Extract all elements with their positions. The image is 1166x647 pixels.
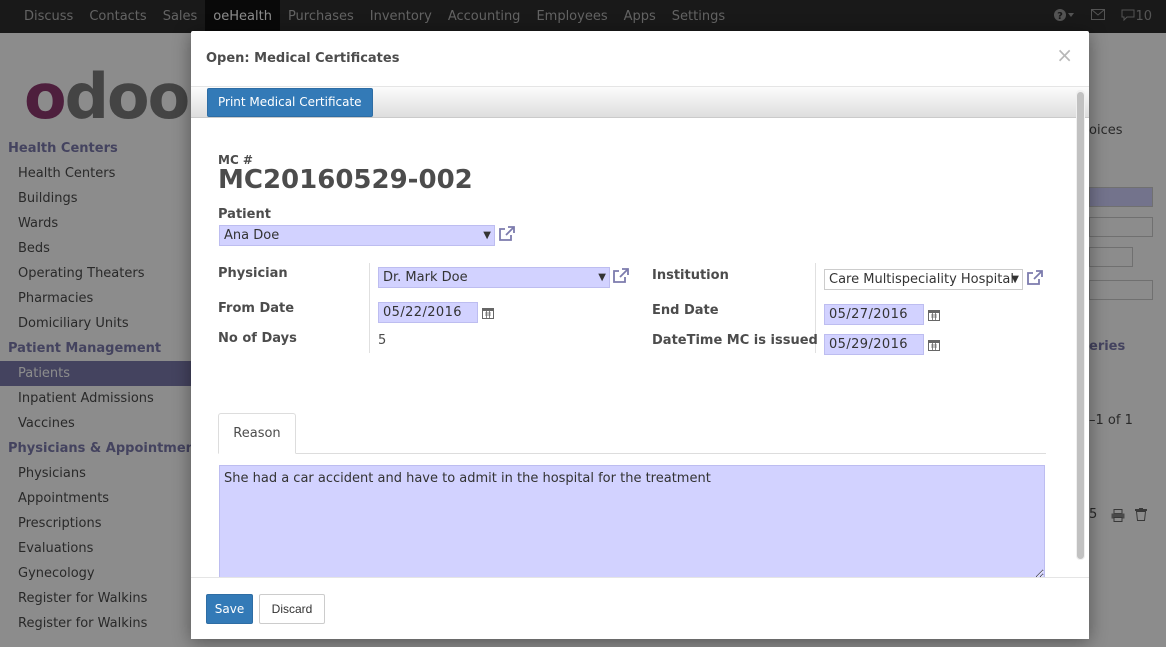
- dialog-title: Open: Medical Certificates: [206, 51, 400, 66]
- dropdown-caret-icon[interactable]: ▼: [598, 268, 606, 287]
- scrollbar-thumb[interactable]: [1077, 92, 1084, 559]
- reason-textarea[interactable]: She had a car accident and have to admit…: [219, 465, 1045, 577]
- tab-reason[interactable]: Reason: [218, 413, 296, 454]
- patient-field[interactable]: Ana Doe ▼: [219, 225, 495, 246]
- print-medical-certificate-button[interactable]: Print Medical Certificate: [207, 88, 373, 117]
- dialog-footer: Save Discard: [191, 577, 1089, 639]
- dropdown-caret-icon[interactable]: ▼: [1011, 270, 1019, 289]
- notebook-tab-line: [218, 453, 1046, 454]
- days-label: No of Days: [218, 331, 297, 346]
- external-link-icon[interactable]: [498, 225, 516, 243]
- close-icon[interactable]: ×: [1056, 45, 1073, 65]
- dialog-body: Print Medical Certificate MC # MC2016052…: [191, 87, 1089, 577]
- from-date-field[interactable]: 05/22/2016: [378, 302, 478, 323]
- medical-certificate-dialog: Open: Medical Certificates × Print Medic…: [191, 31, 1089, 639]
- mc-number-value: MC20160529-002: [218, 165, 473, 195]
- from-date-label: From Date: [218, 301, 295, 316]
- external-link-icon[interactable]: [1026, 269, 1044, 287]
- end-date-label: End Date: [652, 303, 719, 318]
- physician-label: Physician: [218, 266, 288, 281]
- calendar-icon[interactable]: [928, 339, 940, 351]
- institution-label: Institution: [652, 268, 729, 283]
- institution-field[interactable]: Care Multispeciality Hospital ▼: [824, 269, 1023, 290]
- calendar-icon[interactable]: [928, 309, 940, 321]
- issued-datetime-label: DateTime MC is issued: [652, 333, 818, 348]
- discard-button[interactable]: Discard: [259, 594, 325, 624]
- form-sheet: MC # MC20160529-002 Patient Ana Doe ▼ Ph…: [203, 127, 1075, 577]
- institution-value: Care Multispeciality Hospital: [829, 272, 1014, 287]
- dialog-scrollbar[interactable]: [1076, 90, 1085, 560]
- save-button[interactable]: Save: [206, 594, 253, 624]
- physician-field[interactable]: Dr. Mark Doe ▼: [378, 267, 610, 288]
- external-link-icon[interactable]: [612, 267, 630, 285]
- patient-value: Ana Doe: [224, 228, 280, 243]
- dialog-header: Open: Medical Certificates ×: [191, 31, 1089, 87]
- days-value: 5: [378, 333, 387, 348]
- dropdown-caret-icon[interactable]: ▼: [483, 226, 491, 245]
- form-statusbar: Print Medical Certificate: [191, 87, 1089, 118]
- patient-label: Patient: [218, 207, 271, 222]
- physician-value: Dr. Mark Doe: [383, 270, 468, 285]
- issued-datetime-field[interactable]: 05/29/2016: [824, 334, 924, 355]
- calendar-icon[interactable]: [482, 307, 494, 319]
- left-group-divider: [369, 263, 370, 353]
- end-date-field[interactable]: 05/27/2016: [824, 304, 924, 325]
